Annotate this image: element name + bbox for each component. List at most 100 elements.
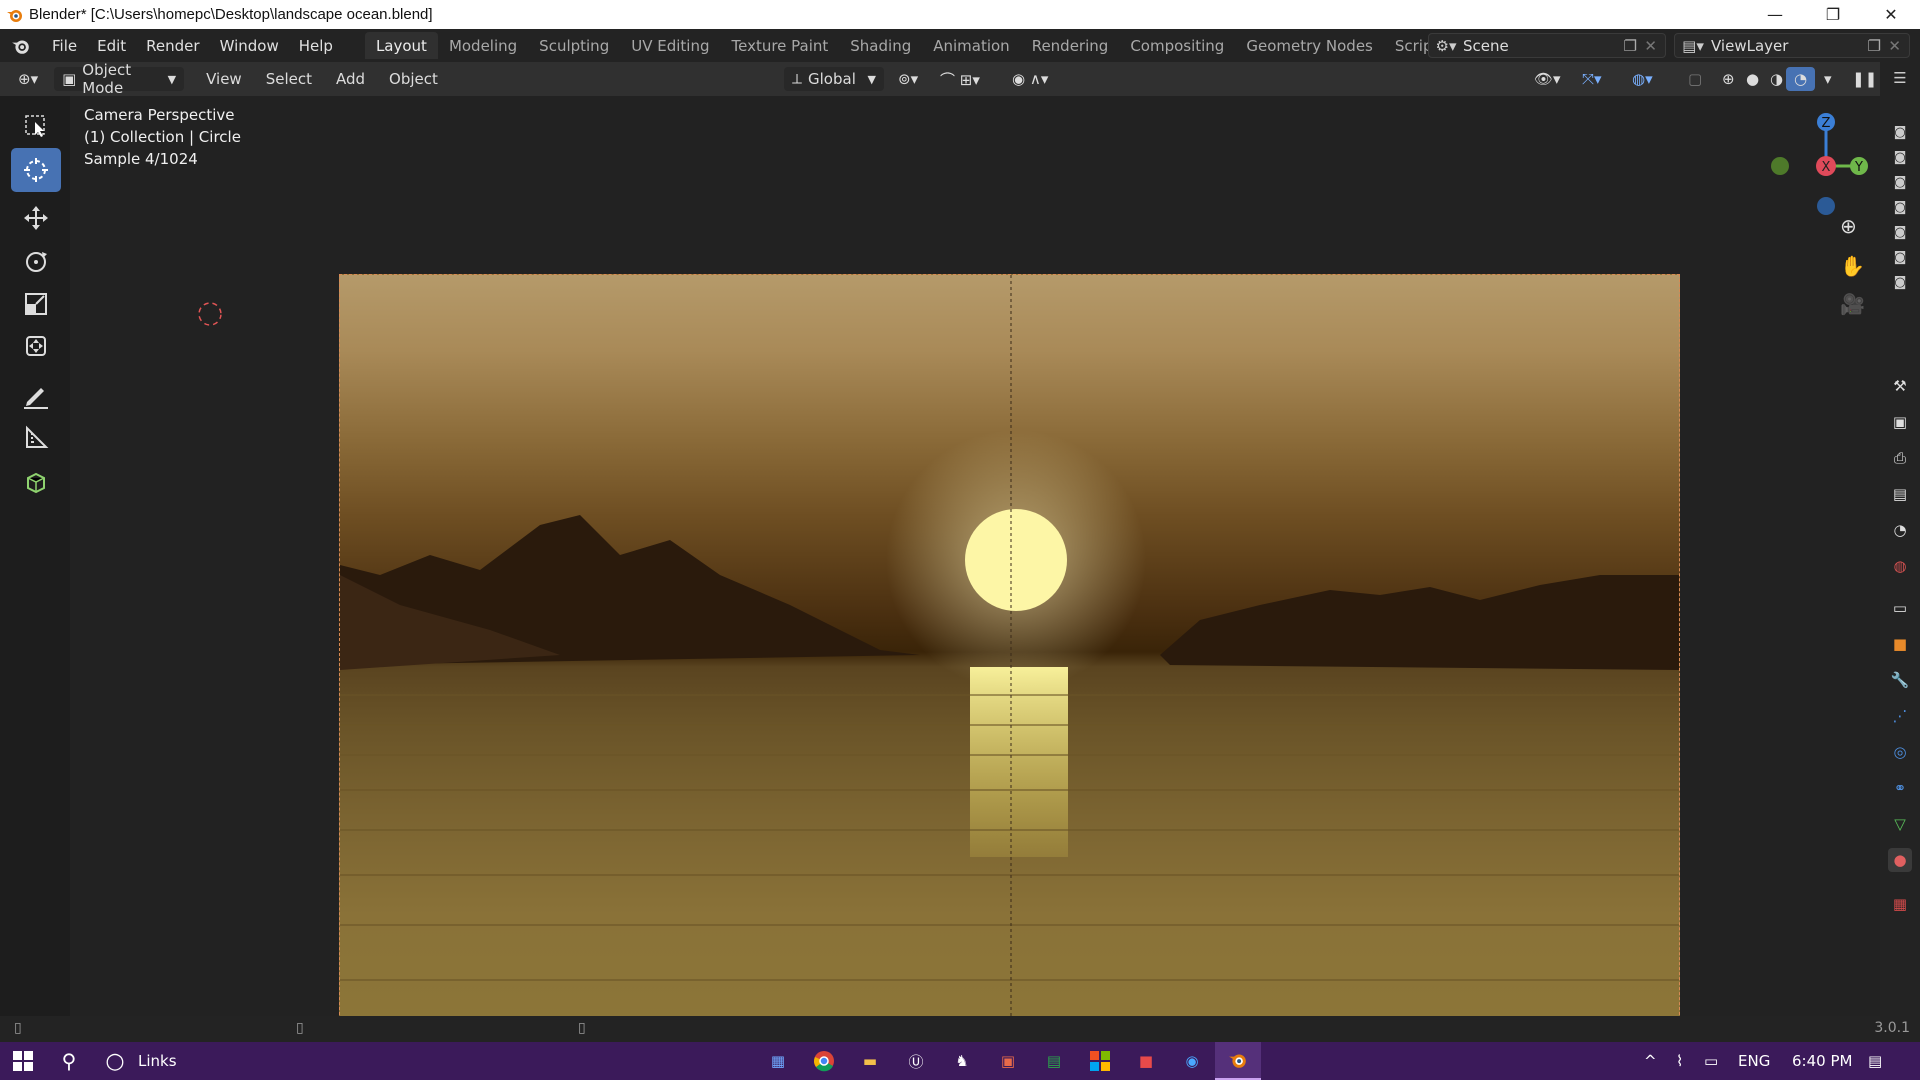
particles-properties-icon[interactable]: ⋰ <box>1888 704 1912 728</box>
restore-button[interactable]: ❐ <box>1804 0 1862 29</box>
tab-geometry-nodes[interactable]: Geometry Nodes <box>1235 32 1384 59</box>
office-app-icon[interactable] <box>1077 1042 1123 1080</box>
pause-render-icon[interactable]: ❚❚ <box>1844 67 1885 91</box>
world-properties-icon[interactable]: ◍ <box>1888 554 1912 578</box>
scene-delete-icon[interactable]: ✕ <box>1644 37 1657 55</box>
texture-properties-icon[interactable]: ▦ <box>1888 892 1912 916</box>
tab-shading[interactable]: Shading <box>839 32 922 59</box>
zoom-icon[interactable]: ⊕ <box>1840 214 1857 238</box>
measure-tool-icon[interactable] <box>11 416 61 460</box>
file-explorer-icon[interactable]: ▬ <box>847 1042 893 1080</box>
snap-icon[interactable]: ⌒ ⊞▾ <box>932 67 988 91</box>
mode-dropdown[interactable]: ▣ Object Mode ▼ <box>54 61 185 97</box>
media-app-icon[interactable]: ■ <box>1123 1042 1169 1080</box>
minimize-button[interactable]: — <box>1746 0 1804 29</box>
camera-icon[interactable]: ◙ <box>1888 170 1912 194</box>
scene-new-icon[interactable]: ❐ <box>1624 37 1637 55</box>
tab-compositing[interactable]: Compositing <box>1119 32 1235 59</box>
windows-start-icon[interactable] <box>0 1042 46 1080</box>
menu-add[interactable]: Add <box>328 67 373 91</box>
search-icon[interactable]: ⚲ <box>46 1042 92 1080</box>
camera-icon[interactable]: ◙ <box>1888 270 1912 294</box>
menu-file[interactable]: File <box>42 29 87 62</box>
camera-icon[interactable]: ◙ <box>1888 145 1912 169</box>
collection-properties-icon[interactable]: ▭ <box>1888 596 1912 620</box>
excel-icon[interactable]: ▤ <box>1031 1042 1077 1080</box>
tool-properties-icon[interactable]: ⚒ <box>1888 374 1912 398</box>
camera-icon[interactable]: ◙ <box>1888 220 1912 244</box>
output-properties-icon[interactable]: ⎙ <box>1888 446 1912 470</box>
notification-icon[interactable]: ▤ <box>1868 1042 1882 1080</box>
navigation-gizmo[interactable]: X Z Y <box>1760 106 1870 216</box>
blender-menu-icon[interactable] <box>0 29 42 62</box>
pivot-icon[interactable]: ⊚▾ <box>890 67 926 91</box>
object-properties-icon[interactable]: ■ <box>1888 632 1912 656</box>
scale-tool-icon[interactable] <box>11 282 61 326</box>
editor-type-dropdown[interactable]: ⊕▾ <box>10 67 46 91</box>
move-tool-icon[interactable] <box>11 196 61 240</box>
data-properties-icon[interactable]: ▽ <box>1888 812 1912 836</box>
menu-window[interactable]: Window <box>210 29 289 62</box>
viewlayer-selector[interactable]: ▤▾ ViewLayer ❐ ✕ <box>1674 33 1910 58</box>
teamviewer-icon[interactable]: ◉ <box>1169 1042 1215 1080</box>
folder-app-icon[interactable]: ▣ <box>985 1042 1031 1080</box>
menu-select[interactable]: Select <box>258 67 320 91</box>
menu-edit[interactable]: Edit <box>87 29 136 62</box>
transform-tool-icon[interactable] <box>11 324 61 368</box>
clock[interactable]: 6:40 PM <box>1792 1042 1852 1080</box>
tab-animation[interactable]: Animation <box>922 32 1020 59</box>
add-cube-tool-icon[interactable] <box>11 460 61 504</box>
wifi-icon[interactable]: ⌇ <box>1676 1042 1683 1080</box>
material-properties-icon[interactable]: ● <box>1888 848 1912 872</box>
tab-uv-editing[interactable]: UV Editing <box>620 32 720 59</box>
visibility-icon[interactable]: 👁▾ <box>1526 67 1569 91</box>
menu-object[interactable]: Object <box>381 67 446 91</box>
tray-chevron-icon[interactable]: ^ <box>1644 1042 1657 1080</box>
tab-modeling[interactable]: Modeling <box>438 32 528 59</box>
language-indicator[interactable]: ENG <box>1738 1042 1770 1080</box>
cortana-icon[interactable]: ○ <box>92 1042 138 1080</box>
gizmo-toggle-icon[interactable]: ⤧▾ <box>1574 67 1610 91</box>
shading-options-icon[interactable]: ▾ <box>1816 67 1840 91</box>
chrome-icon[interactable] <box>801 1042 847 1080</box>
outliner-icon[interactable]: ☰ <box>1888 66 1912 90</box>
view-layer-properties-icon[interactable]: ▤ <box>1888 482 1912 506</box>
viewlayer-new-icon[interactable]: ❐ <box>1868 37 1881 55</box>
battery-icon[interactable]: ▭ <box>1704 1042 1718 1080</box>
modifier-properties-icon[interactable]: 🔧 <box>1888 668 1912 692</box>
scene-properties-icon[interactable]: ◔ <box>1888 518 1912 542</box>
cursor-tool-icon[interactable] <box>11 148 61 192</box>
unreal-icon[interactable]: Ⓤ <box>893 1042 939 1080</box>
camera-icon[interactable]: ◙ <box>1888 195 1912 219</box>
menu-render[interactable]: Render <box>136 29 209 62</box>
3d-cursor-icon[interactable] <box>192 296 228 332</box>
scene-selector[interactable]: ⚙▾ Scene ❐ ✕ <box>1428 33 1666 58</box>
render-properties-icon[interactable]: ▣ <box>1888 410 1912 434</box>
app-icon-notepad[interactable]: ▦ <box>755 1042 801 1080</box>
camera-view-icon[interactable]: 🎥 <box>1840 292 1865 316</box>
search-box-text[interactable]: Links <box>138 1052 177 1070</box>
camera-icon[interactable]: ◙ <box>1888 120 1912 144</box>
menu-help[interactable]: Help <box>289 29 343 62</box>
annotate-tool-icon[interactable] <box>11 374 61 418</box>
xray-icon[interactable]: ▢ <box>1680 67 1710 91</box>
viewlayer-delete-icon[interactable]: ✕ <box>1888 37 1901 55</box>
pan-hand-icon[interactable]: ✋ <box>1840 254 1865 278</box>
menu-view[interactable]: View <box>198 67 250 91</box>
select-box-tool-icon[interactable] <box>11 104 61 148</box>
tab-rendering[interactable]: Rendering <box>1021 32 1120 59</box>
overlay-toggle-icon[interactable]: ◍▾ <box>1624 67 1661 91</box>
3d-viewport[interactable]: Camera Perspective (1) Collection | Circ… <box>70 96 1880 1030</box>
constraint-properties-icon[interactable]: ⚭ <box>1888 776 1912 800</box>
physics-properties-icon[interactable]: ◎ <box>1888 740 1912 764</box>
proportional-edit-icon[interactable]: ◉ ∧▾ <box>1004 67 1056 91</box>
tab-texture-paint[interactable]: Texture Paint <box>720 32 839 59</box>
rotate-tool-icon[interactable] <box>11 240 61 284</box>
close-button[interactable]: ✕ <box>1862 0 1920 29</box>
shading-rendered-icon[interactable]: ◔ <box>1786 67 1816 91</box>
tab-layout[interactable]: Layout <box>364 32 438 59</box>
orientation-dropdown[interactable]: ⟂ Global ▼ <box>784 67 884 91</box>
camera-icon[interactable]: ◙ <box>1888 245 1912 269</box>
tab-sculpting[interactable]: Sculpting <box>528 32 620 59</box>
blender-taskbar-icon[interactable] <box>1215 1042 1261 1080</box>
